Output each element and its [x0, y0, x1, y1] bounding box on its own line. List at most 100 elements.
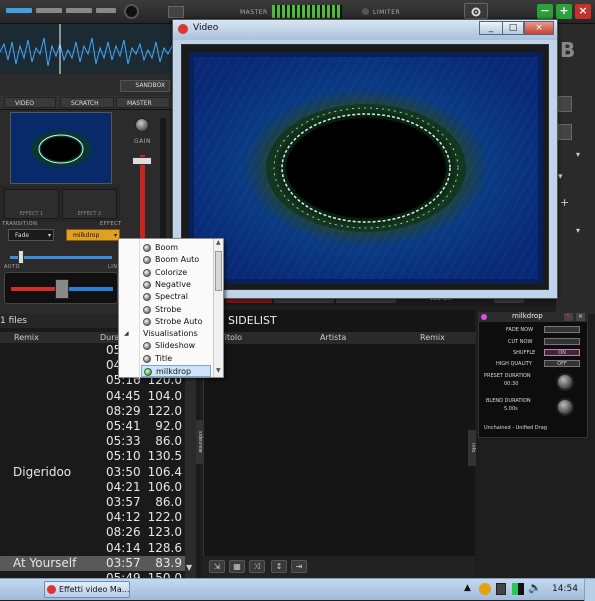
right-pane-button-1[interactable] [558, 96, 572, 112]
high-quality-toggle[interactable]: OFF [544, 360, 580, 367]
effect-icon [143, 280, 151, 289]
blend-duration-knob[interactable] [556, 398, 574, 416]
layout-button-1[interactable] [6, 8, 32, 13]
sort-icon[interactable]: ↕ [271, 560, 287, 573]
info-tab[interactable]: info [468, 430, 476, 466]
menu-item[interactable]: milkdrop [141, 365, 211, 377]
scroll-up-arrow[interactable]: ▲ [216, 239, 221, 246]
column-remix[interactable]: Remix [14, 333, 39, 342]
record-button[interactable] [124, 4, 139, 19]
effect-slot-1[interactable]: EFFECT 1 [4, 189, 59, 219]
right-pane-button-2[interactable] [558, 124, 572, 140]
menu-item-label: Boom Auto [155, 255, 200, 265]
gain-knob[interactable] [135, 118, 149, 132]
close-icon[interactable]: × [576, 313, 585, 321]
transition-dropdown[interactable]: Fade ▾ [8, 229, 54, 241]
tab-video[interactable]: VIDEO [4, 97, 56, 108]
video-minimize-button[interactable]: _ [479, 21, 503, 35]
show-desktop-button[interactable] [584, 579, 595, 601]
start-button[interactable] [2, 580, 38, 599]
sideview-tab[interactable]: sideview [196, 420, 203, 464]
column-duration[interactable]: Dura [100, 333, 119, 342]
edit-icon[interactable]: ✎ [564, 313, 573, 321]
table-row[interactable]: Digeridoo 03:50 106.4 [0, 465, 185, 480]
cell-duration: 04:14 [106, 540, 141, 555]
menu-item[interactable]: Strobe Auto [119, 316, 211, 328]
close-button[interactable]: × [575, 4, 591, 19]
crossfade-slider-handle[interactable] [18, 250, 24, 264]
tab-scratch[interactable]: SCRATCH [60, 97, 114, 108]
column-remix[interactable]: Remix [420, 333, 445, 342]
layout-button-2[interactable] [36, 8, 62, 13]
tray-app-icon[interactable] [479, 583, 491, 595]
battery-icon[interactable] [496, 583, 506, 595]
menu-scrollbar[interactable]: ▲ ▼ [213, 239, 223, 377]
layout-button-4[interactable] [96, 8, 116, 13]
sandbox-button[interactable]: SANDBOX [120, 80, 170, 92]
menu-item[interactable]: Colorize [119, 267, 211, 279]
layout-button-3[interactable] [66, 8, 92, 13]
waveform-display[interactable] [0, 24, 180, 74]
menu-item[interactable]: Boom [119, 242, 211, 254]
sidelist-panel[interactable]: SIDELIST Titolo Artista Remix info [203, 310, 476, 578]
crossfade-lin-label: LIN [108, 264, 118, 270]
table-row[interactable]: 04:21 106.0 [0, 480, 185, 495]
table-row[interactable]: 05:33 86.0 [0, 434, 185, 449]
chevron-down-icon[interactable]: ▾ [576, 226, 580, 235]
menu-item[interactable]: Slideshow [119, 340, 211, 352]
clock[interactable]: 14:54 [552, 584, 578, 594]
effect-slot-2[interactable]: EFFECT 2 [62, 189, 117, 219]
plus-icon[interactable]: + [560, 196, 569, 209]
volume-icon[interactable]: 🔈 [528, 581, 542, 594]
crossfader-handle[interactable] [55, 279, 69, 299]
maximize-button[interactable]: + [556, 4, 572, 19]
table-row[interactable]: 05:41 92.0 [0, 419, 185, 434]
crossfade-slider-track[interactable] [10, 256, 112, 259]
video-close-button[interactable]: × [524, 21, 554, 35]
table-row[interactable]: 04:45 104.0 [0, 389, 185, 404]
column-artista[interactable]: Artista [320, 333, 346, 342]
scroll-down-arrow[interactable]: ▼ [216, 367, 221, 374]
menu-scrollbar-thumb[interactable] [215, 251, 222, 291]
settings-button[interactable] [464, 3, 488, 19]
menu-item[interactable]: Strobe [119, 304, 211, 316]
menu-item[interactable]: Spectral [119, 291, 211, 303]
minimize-button[interactable]: − [537, 4, 553, 19]
tray-chevron-icon[interactable]: ▲ [464, 583, 471, 593]
grid-icon[interactable]: ▦ [229, 560, 245, 573]
taskbar-item[interactable]: Effetti video Ma... [44, 581, 130, 598]
chevron-down-icon[interactable]: ▾ [576, 150, 580, 159]
cut-now-button[interactable] [544, 338, 580, 345]
browser-scrollbar[interactable]: ▼ [185, 343, 196, 578]
tab-scratch-label: SCRATCH [71, 100, 99, 107]
table-row[interactable]: 08:29 122.0 [0, 404, 185, 419]
table-row[interactable]: At Yourself 03:57 83.9 [0, 555, 185, 571]
tab-master[interactable]: MASTER [116, 97, 170, 108]
menu-group-header[interactable]: ◢ Visualisations [119, 328, 211, 340]
fade-now-button[interactable] [544, 326, 580, 333]
network-icon[interactable] [512, 583, 524, 595]
scroll-down-arrow[interactable]: ▼ [186, 563, 192, 572]
video-window[interactable]: Video _ □ × [172, 19, 558, 299]
menu-item[interactable]: Boom Auto [119, 254, 211, 266]
shuffle-icon[interactable]: ⤨ [249, 560, 265, 573]
limiter-indicator-icon[interactable] [362, 8, 369, 15]
video-maximize-button[interactable]: □ [502, 21, 524, 35]
preset-duration-knob[interactable] [556, 373, 574, 391]
table-row[interactable]: 03:57 86.0 [0, 495, 185, 510]
chevron-down-icon[interactable]: ▾ [558, 172, 563, 182]
video-window-titlebar[interactable]: Video _ □ × [173, 20, 557, 40]
table-row[interactable]: 04:12 122.0 [0, 510, 185, 525]
eq-button[interactable] [168, 6, 184, 18]
table-row[interactable]: 04:14 128.6 [0, 541, 185, 556]
effect-dropdown[interactable]: milkdrop ▾ [66, 229, 120, 241]
table-row[interactable]: 08:26 123.0 [0, 525, 185, 540]
crossfader-panel[interactable] [4, 272, 118, 304]
table-row[interactable]: 05:10 130.5 [0, 449, 185, 464]
add-icon[interactable]: ⇲ [209, 560, 225, 573]
menu-item[interactable]: Title [119, 353, 211, 365]
shuffle-toggle[interactable]: ON [544, 349, 580, 356]
export-icon[interactable]: ⇥ [291, 560, 307, 573]
menu-item[interactable]: Negative [119, 279, 211, 291]
volume-fader-handle[interactable] [132, 157, 152, 165]
